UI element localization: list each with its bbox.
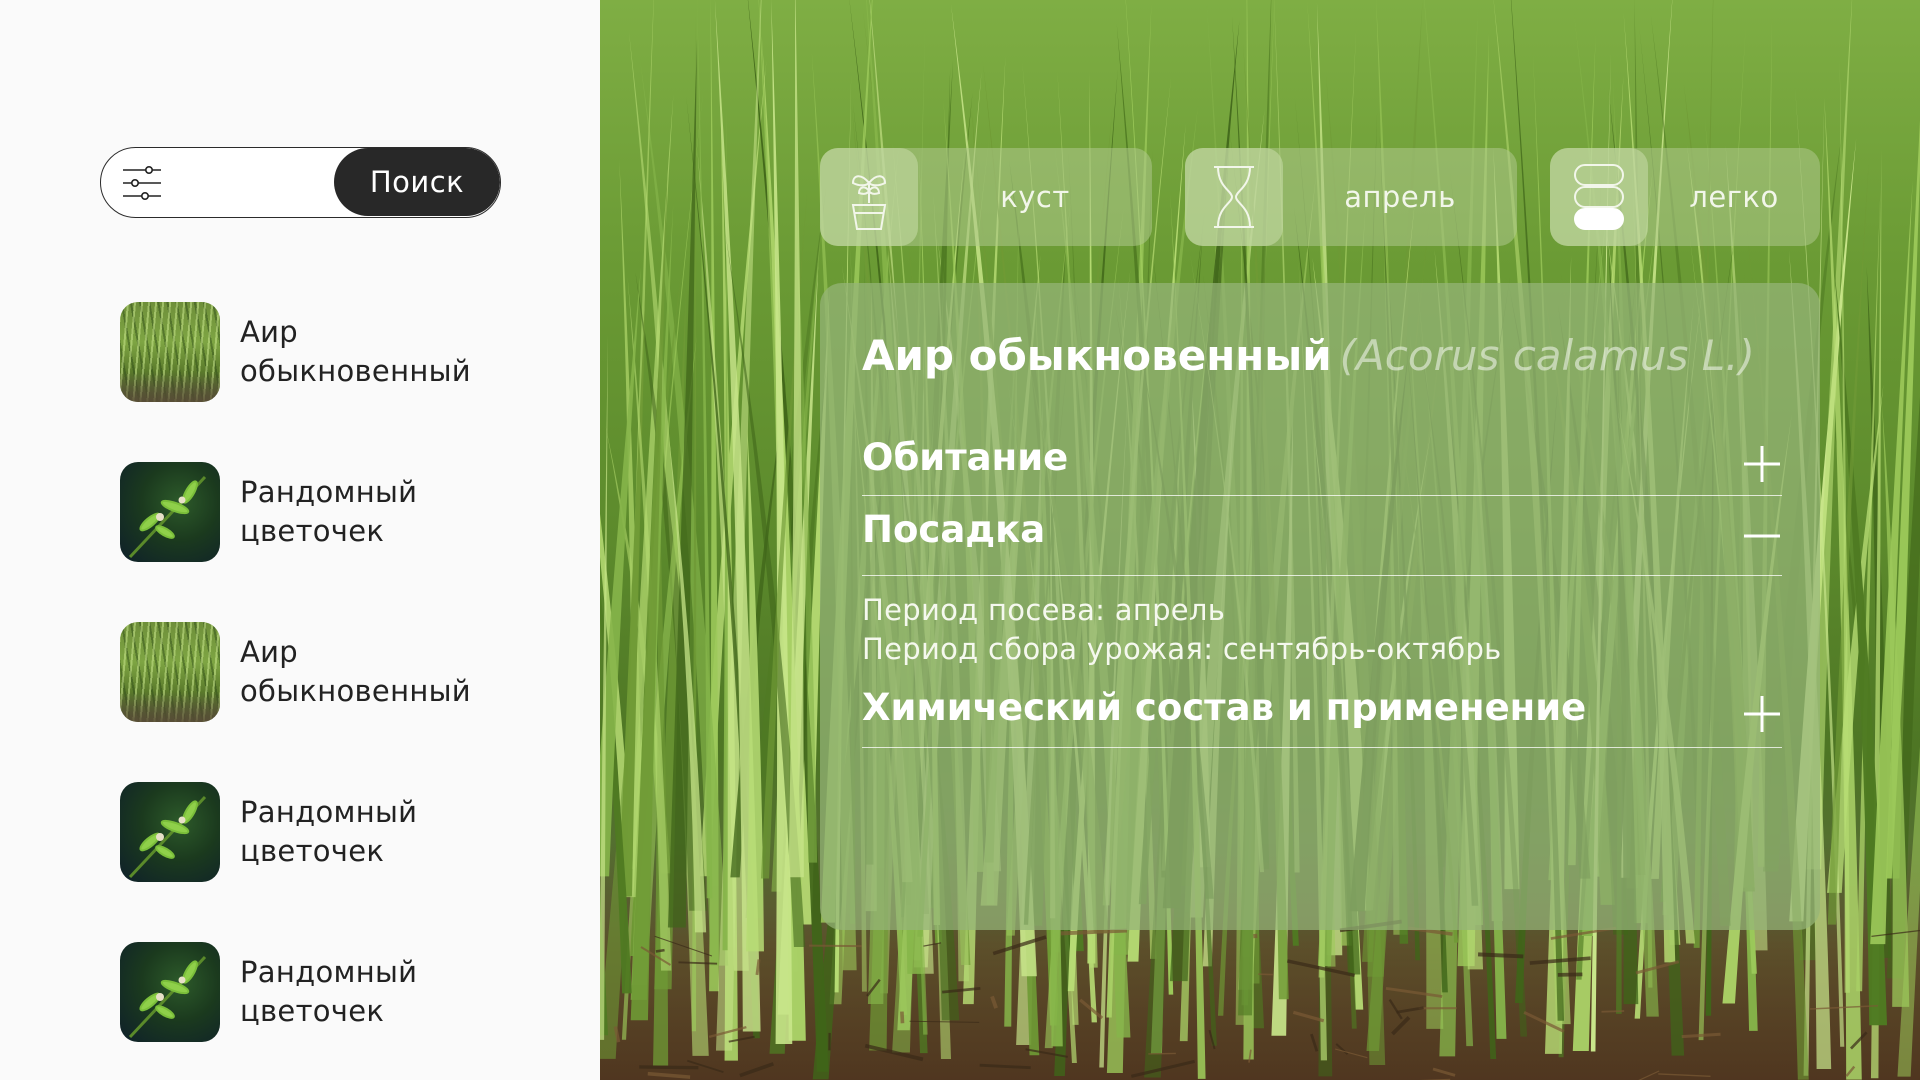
hourglass-icon [1185,148,1283,246]
plus-icon[interactable] [1742,444,1782,484]
planting-details: Период посева: апрель Период сбора урожа… [862,591,1502,669]
section-title: Обитание [862,436,1069,479]
section-title: Посадка [862,508,1046,551]
section-chemistry[interactable]: Химический состав и применение [862,676,1782,748]
section-habitat[interactable]: Обитание [862,428,1782,496]
sliders-icon[interactable] [119,160,165,206]
potted-plant-icon [820,148,918,246]
list-item[interactable]: Рандомный цветочек [120,942,560,1042]
plant-thumbnail [120,782,220,882]
list-item[interactable]: Аир обыкновенный [120,302,560,402]
list-item[interactable]: Рандомный цветочек [120,782,560,882]
page-title: Аир обыкновенный (Acorus calamus L.) [862,331,1755,380]
tag-label: куст [1000,180,1070,214]
plant-name: Рандомный цветочек [240,955,418,1028]
minus-icon[interactable] [1742,516,1782,556]
section-title: Химический состав и применение [862,686,1587,729]
difficulty-level-icon [1550,148,1648,246]
plant-thumbnail [120,622,220,722]
tag-plant-type: куст [820,148,1152,246]
plus-icon[interactable] [1742,694,1782,734]
plant-name: Аир обыкновенный [240,315,471,388]
plant-name: Рандомный цветочек [240,795,418,868]
plant-title: Аир обыкновенный [862,331,1332,380]
latin-name: (Acorus calamus L.) [1339,331,1755,380]
sidebar: Поиск Аир обыкновенный Рандомный цветоче… [0,0,600,1080]
list-item[interactable]: Рандомный цветочек [120,462,560,562]
list-item[interactable]: Аир обыкновенный [120,622,560,722]
sowing-period: Период посева: апрель [862,593,1226,627]
tag-label: легко [1689,180,1779,214]
plant-name: Рандомный цветочек [240,475,418,548]
search-bar[interactable]: Поиск [100,147,501,218]
section-planting[interactable]: Посадка [862,496,1782,576]
plant-name: Аир обыкновенный [240,635,471,708]
plant-thumbnail [120,302,220,402]
plant-thumbnail [120,942,220,1042]
tag-month: апрель [1185,148,1517,246]
search-button[interactable]: Поиск [334,148,500,216]
plant-info-card: Аир обыкновенный (Acorus calamus L.) Обит… [820,283,1820,930]
plant-thumbnail [120,462,220,562]
tag-label: апрель [1344,180,1456,214]
tag-difficulty: легко [1550,148,1820,246]
plant-list: Аир обыкновенный Рандомный цветочек Аир … [120,302,560,1080]
harvest-period: Период сбора урожая: сентябрь-октябрь [862,632,1502,666]
